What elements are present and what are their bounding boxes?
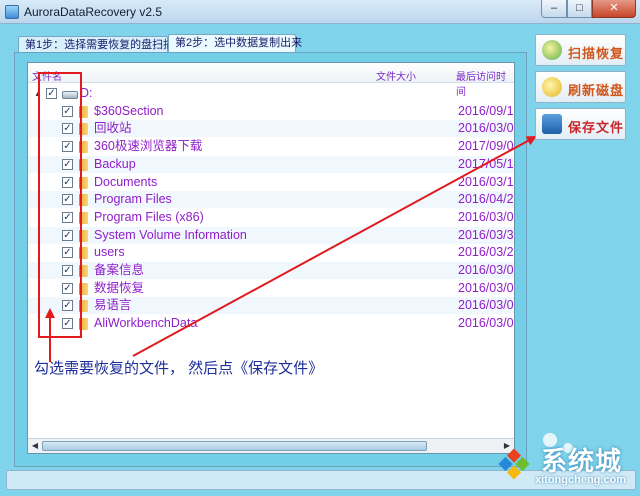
list-item[interactable]: ✓ $360Section 2016/09/1 (28, 103, 514, 120)
file-name: 备案信息 (94, 263, 145, 277)
save-file-button[interactable]: 保存文件 (535, 108, 626, 140)
file-name: Documents (94, 174, 158, 189)
list-item[interactable]: ✓ 数据恢复 2016/03/0 (28, 280, 514, 297)
file-name: System Volume Information (94, 227, 247, 242)
column-header: 文件名 文件大小 最后访问时间 (28, 63, 514, 98)
list-item[interactable]: ✓ Backup 2017/05/1 (28, 155, 514, 173)
file-name: Program Files (x86) (94, 209, 204, 224)
list-item[interactable]: ✓ 备案信息 2016/03/0 (28, 262, 514, 279)
last-access-date: 2017/09/0 (458, 139, 514, 154)
last-access-date: 2016/04/2 (458, 192, 514, 207)
last-access-date: 2016/03/0 (458, 280, 514, 295)
refresh-disk-label: 刷新磁盘 (568, 83, 625, 98)
watermark-text: 系统城 (541, 446, 623, 476)
title-bar: AuroraDataRecovery v2.5 – □ ✕ (0, 0, 640, 24)
file-name: Backup (94, 156, 136, 171)
last-access-date: 2016/03/0 (458, 121, 514, 136)
last-access-date: 2016/03/0 (458, 263, 514, 277)
file-name: AliWorkbenchData (94, 316, 198, 331)
tab-step-2[interactable]: 第2步：选中数据复制出来 (168, 34, 302, 54)
last-access-date: 2016/03/0 (458, 209, 514, 224)
scan-recover-label: 扫描恢复 (568, 46, 625, 61)
list-item[interactable]: ✓ System Volume Information 2016/03/3 (28, 226, 514, 244)
watermark-url: xitongcheng.com (535, 474, 627, 486)
instruction-text: 勾选需要恢复的文件， 然后点《保存文件》 (34, 360, 324, 377)
list-item[interactable]: ✓ users 2016/03/2 (28, 244, 514, 261)
app-icon (5, 5, 19, 19)
window-controls: – □ ✕ (541, 0, 636, 18)
list-item[interactable]: ✓ Documents 2016/03/1 (28, 174, 514, 191)
file-name: $360Section (94, 103, 164, 118)
last-access-date: 2017/05/1 (458, 156, 514, 171)
list-item[interactable]: ✓ 易语言 2016/03/0 (28, 297, 514, 315)
scrollbar-thumb[interactable] (42, 441, 427, 451)
horizontal-scrollbar[interactable]: ◀ ▶ (28, 438, 514, 453)
checkbox-highlight-box (38, 72, 82, 338)
scan-recover-button[interactable]: 扫描恢复 (535, 34, 626, 66)
list-item[interactable]: ✓ AliWorkbenchData 2016/03/0 (28, 315, 514, 332)
file-name: 易语言 (94, 298, 132, 313)
file-name: Program Files (94, 192, 172, 207)
list-item[interactable]: ✓ 回收站 2016/03/0 (28, 120, 514, 138)
list-item[interactable]: ✓ Program Files 2016/04/2 (28, 191, 514, 209)
close-button[interactable]: ✕ (592, 0, 636, 18)
file-name: 数据恢复 (94, 280, 145, 295)
maximize-button[interactable]: □ (567, 0, 592, 18)
last-access-date: 2016/03/2 (458, 245, 514, 260)
last-access-date: 2016/03/3 (458, 227, 514, 242)
window-title: AuroraDataRecovery v2.5 (24, 5, 163, 19)
last-access-date: 2016/03/1 (458, 174, 514, 189)
main-panel: 文件名 文件大小 最后访问时间 ▲ ✓ D: ✓ $360Section 2016/… (14, 52, 527, 467)
list-item[interactable]: ✓ 360极速浏览器下载 2017/09/0 (28, 138, 514, 155)
save-icon (542, 114, 562, 134)
file-name: 回收站 (94, 121, 132, 136)
save-file-label: 保存文件 (568, 120, 625, 135)
refresh-icon (542, 77, 562, 97)
refresh-disk-button[interactable]: 刷新磁盘 (535, 71, 626, 103)
list-item[interactable]: ✓ Program Files (x86) 2016/03/0 (28, 209, 514, 226)
scan-icon (542, 40, 562, 60)
scroll-left-arrow-icon[interactable]: ◀ (29, 441, 41, 452)
last-access-date: 2016/03/0 (458, 298, 514, 313)
last-access-date: 2016/03/0 (458, 316, 514, 331)
file-name: users (94, 245, 125, 260)
file-name: 360极速浏览器下载 (94, 139, 203, 154)
last-access-date: 2016/09/1 (458, 103, 514, 118)
minimize-button[interactable]: – (541, 0, 567, 18)
column-size-header[interactable]: 文件大小 (376, 68, 416, 83)
file-tree-list: 文件名 文件大小 最后访问时间 ▲ ✓ D: ✓ $360Section 2016/… (27, 62, 515, 454)
drive-row[interactable]: ▲ ✓ D: (28, 85, 514, 102)
